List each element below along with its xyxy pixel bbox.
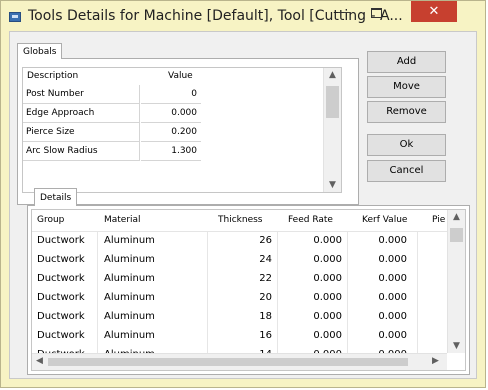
cell-group: Ductwork: [37, 311, 85, 322]
details-column-kerf-value[interactable]: Kerf Value: [362, 215, 407, 225]
details-column-pierce[interactable]: Pie: [432, 215, 445, 225]
globals-vertical-scrollbar[interactable]: ▲ ▼: [323, 68, 341, 192]
cell-material: Aluminum: [104, 330, 155, 341]
cell-thickness: 18: [259, 311, 272, 322]
scroll-down-arrow-icon[interactable]: ▼: [324, 180, 341, 190]
details-column-feed-rate[interactable]: Feed Rate: [288, 215, 333, 225]
globals-column-description: Description: [27, 71, 79, 81]
dialog-client-area: Globals Description Value Post Number 0 …: [9, 31, 477, 379]
window-app-icon: [9, 12, 21, 22]
globals-row[interactable]: Edge Approach 0.000: [23, 104, 203, 123]
minimize-icon: —: [337, 5, 351, 20]
tab-globals[interactable]: Globals: [17, 43, 63, 59]
scroll-left-arrow-icon[interactable]: ◀: [36, 356, 43, 366]
close-button[interactable]: ✕: [411, 1, 457, 22]
details-vertical-scrollbar[interactable]: ▲ ▼: [447, 210, 465, 353]
cell-feed-rate: 0.000: [313, 292, 342, 303]
tab-details[interactable]: Details: [34, 188, 78, 206]
globals-row-value[interactable]: 0.000: [141, 104, 201, 123]
details-column-material[interactable]: Material: [104, 215, 141, 225]
cell-group: Ductwork: [37, 292, 85, 303]
cell-kerf-value: 0.000: [378, 311, 407, 322]
cell-thickness: 22: [259, 273, 272, 284]
remove-button[interactable]: Remove: [367, 101, 446, 123]
add-button[interactable]: Add: [367, 51, 446, 73]
globals-row[interactable]: Arc Slow Radius 1.300: [23, 142, 203, 161]
details-table-row[interactable]: Ductwork Aluminum 16 0.000 0.000: [32, 327, 465, 346]
globals-row-value[interactable]: 0.200: [141, 123, 201, 142]
maximize-button[interactable]: [363, 3, 389, 23]
details-table-row[interactable]: Ductwork Aluminum 26 0.000 0.000: [32, 232, 465, 251]
cell-kerf-value: 0.000: [378, 330, 407, 341]
globals-row-label: Arc Slow Radius: [23, 142, 140, 161]
cell-material: Aluminum: [104, 254, 155, 265]
globals-grid: Description Value Post Number 0 Edge App…: [22, 67, 342, 193]
cancel-button[interactable]: Cancel: [367, 160, 446, 182]
details-table-row[interactable]: Ductwork Aluminum 22 0.000 0.000: [32, 270, 465, 289]
globals-row-label: Post Number: [23, 85, 140, 104]
ok-button[interactable]: Ok: [367, 134, 446, 156]
cell-material: Aluminum: [104, 292, 155, 303]
close-icon: ✕: [428, 4, 440, 19]
cell-thickness: 26: [259, 235, 272, 246]
cell-group: Ductwork: [37, 254, 85, 265]
scroll-right-arrow-icon[interactable]: ▶: [432, 356, 439, 366]
globals-row-value[interactable]: 0: [141, 85, 201, 104]
globals-scroll-thumb[interactable]: [326, 86, 339, 118]
cell-feed-rate: 0.000: [313, 330, 342, 341]
cell-thickness: 20: [259, 292, 272, 303]
details-table-row[interactable]: Ductwork Aluminum 18 0.000 0.000: [32, 308, 465, 327]
details-column-thickness[interactable]: Thickness: [218, 215, 262, 225]
cell-feed-rate: 0.000: [313, 235, 342, 246]
details-table-row[interactable]: Ductwork Aluminum 24 0.000 0.000: [32, 251, 465, 270]
cell-feed-rate: 0.000: [313, 254, 342, 265]
scroll-up-arrow-icon[interactable]: ▲: [324, 70, 341, 80]
cell-thickness: 24: [259, 254, 272, 265]
scroll-up-arrow-icon[interactable]: ▲: [448, 212, 465, 222]
details-hscroll-thumb[interactable]: [48, 358, 408, 366]
cell-feed-rate: 0.000: [313, 273, 342, 284]
cell-group: Ductwork: [37, 330, 85, 341]
globals-row-value[interactable]: 1.300: [141, 142, 201, 161]
globals-row-label: Edge Approach: [23, 104, 140, 123]
scroll-down-arrow-icon[interactable]: ▼: [448, 341, 465, 351]
cell-thickness: 16: [259, 330, 272, 341]
globals-row[interactable]: Post Number 0: [23, 85, 203, 104]
cell-material: Aluminum: [104, 235, 155, 246]
maximize-icon: [370, 7, 382, 18]
minimize-button[interactable]: —: [331, 3, 357, 23]
details-grid: Group Material Thickness Feed Rate Kerf …: [31, 209, 466, 371]
cell-material: Aluminum: [104, 273, 155, 284]
globals-row-label: Pierce Size: [23, 123, 140, 142]
details-horizontal-scrollbar[interactable]: ◀ ▶: [32, 353, 447, 370]
details-header-row: Group Material Thickness Feed Rate Kerf …: [32, 210, 465, 232]
cell-kerf-value: 0.000: [378, 273, 407, 284]
move-button[interactable]: Move: [367, 76, 446, 98]
cell-group: Ductwork: [37, 273, 85, 284]
cell-kerf-value: 0.000: [378, 292, 407, 303]
title-bar[interactable]: Tools Details for Machine [Default], Too…: [1, 1, 485, 32]
globals-tab-panel: Description Value Post Number 0 Edge App…: [17, 58, 359, 205]
cell-kerf-value: 0.000: [378, 235, 407, 246]
globals-row[interactable]: Pierce Size 0.200: [23, 123, 203, 142]
details-tab-panel: Group Material Thickness Feed Rate Kerf …: [27, 205, 470, 375]
details-table-row[interactable]: Ductwork Aluminum 20 0.000 0.000: [32, 289, 465, 308]
cell-feed-rate: 0.000: [313, 311, 342, 322]
details-vscroll-thumb[interactable]: [450, 228, 463, 242]
details-column-group[interactable]: Group: [37, 215, 64, 225]
cell-kerf-value: 0.000: [378, 254, 407, 265]
tools-details-window: Tools Details for Machine [Default], Too…: [0, 0, 486, 388]
globals-column-value: Value: [168, 71, 193, 81]
cell-group: Ductwork: [37, 235, 85, 246]
cell-material: Aluminum: [104, 311, 155, 322]
